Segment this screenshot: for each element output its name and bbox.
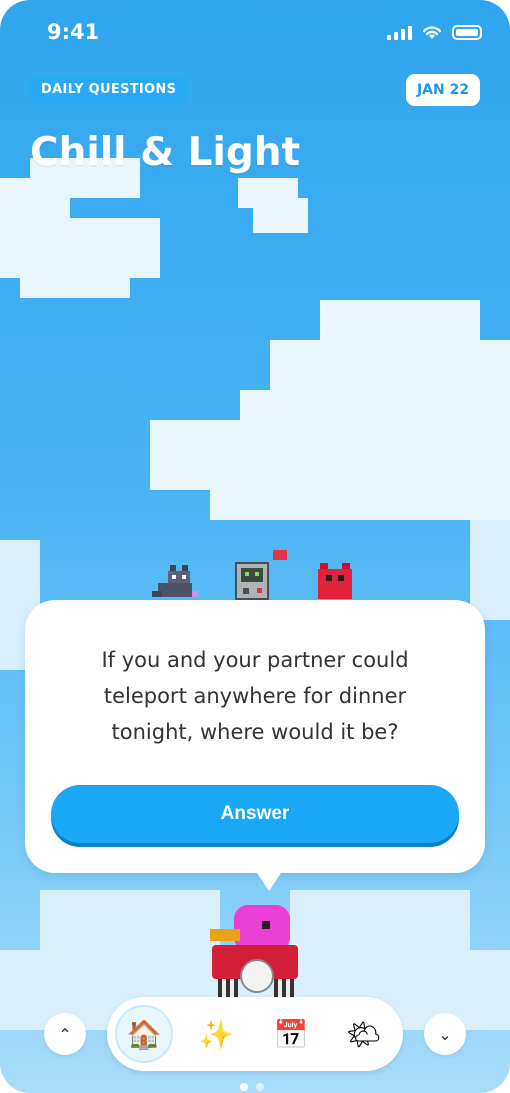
scroll-down-button[interactable]: ⌄: [424, 1013, 466, 1055]
daily-questions-tag: DAILY QUESTIONS: [30, 75, 188, 105]
status-icons: [387, 24, 482, 40]
status-time: 9:41: [47, 20, 100, 44]
date-badge[interactable]: JAN 22: [406, 74, 480, 106]
scroll-up-button[interactable]: ⌃: [44, 1013, 86, 1055]
tab-sparkles[interactable]: ✨: [187, 1005, 245, 1063]
tab-bar: 🏠 ✨ 📅 🌤: [107, 997, 403, 1071]
calendar-icon: 📅: [273, 1017, 309, 1051]
screen: 9:41 DAILY QUESTIONS JAN 22 Chill & Ligh…: [0, 0, 510, 1093]
gameboy-critter-icon: [235, 550, 291, 602]
tab-calendar[interactable]: 📅: [262, 1005, 320, 1063]
signal-icon: [387, 24, 412, 40]
tab-weather[interactable]: 🌤: [335, 1005, 393, 1063]
page-title: Chill & Light: [30, 130, 301, 175]
battery-icon: [452, 24, 482, 40]
tab-home[interactable]: 🏠: [115, 1005, 173, 1063]
question-card: If you and your partner could teleport a…: [25, 600, 485, 891]
cat-critter-icon: [152, 563, 200, 601]
answer-button[interactable]: Answer: [51, 785, 459, 843]
page-indicator: [240, 1083, 264, 1091]
chevron-down-icon: ⌄: [438, 1024, 452, 1044]
wifi-icon: [422, 25, 442, 39]
sparkles-icon: ✨: [198, 1017, 234, 1051]
status-bar: 9:41: [0, 0, 510, 64]
question-text: If you and your partner could teleport a…: [101, 648, 409, 744]
house-icon: 🏠: [126, 1017, 162, 1051]
sun-cloud-icon: 🌤: [346, 1017, 382, 1051]
red-bear-critter-icon: [318, 563, 352, 601]
page-dot-active: [240, 1083, 248, 1091]
chevron-up-icon: ⌃: [58, 1024, 72, 1044]
page-dot: [256, 1083, 264, 1091]
bird-drummer-mascot-icon: [210, 905, 300, 1000]
